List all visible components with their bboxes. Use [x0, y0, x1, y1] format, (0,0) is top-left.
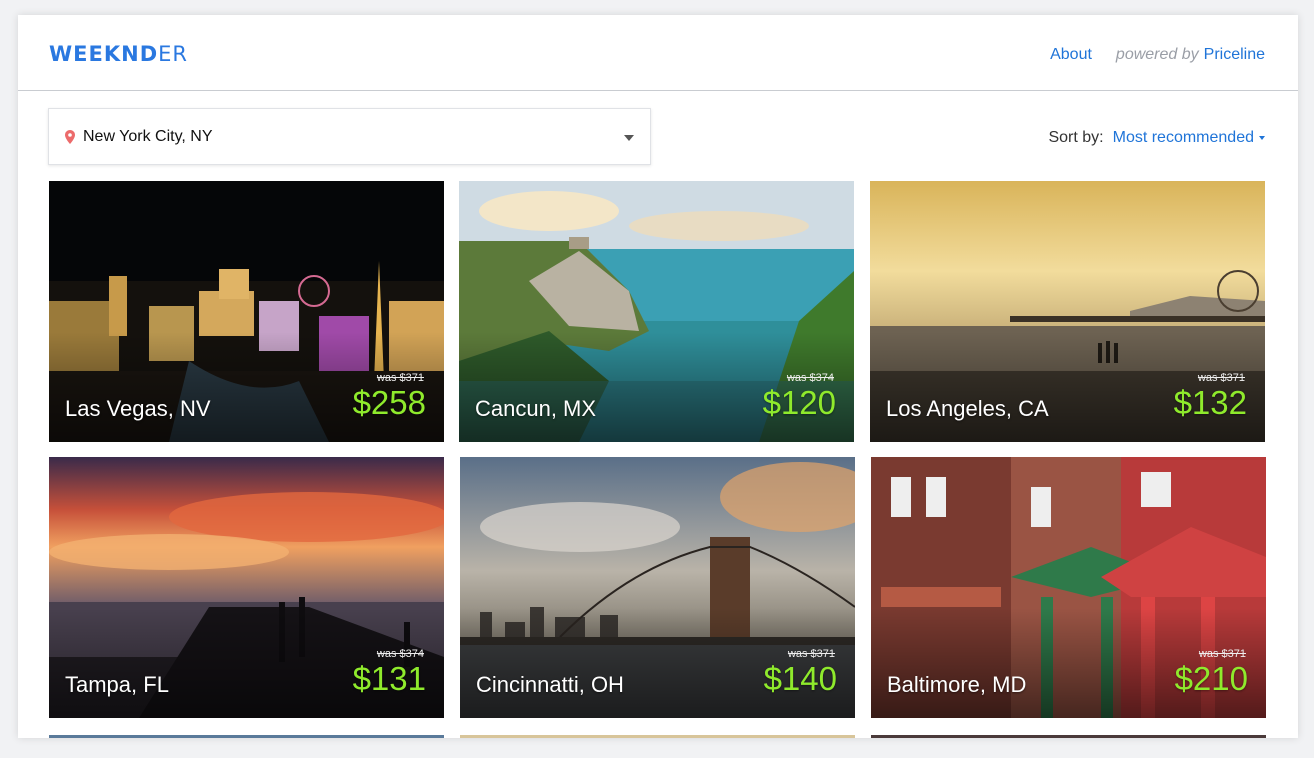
card-was-price: was $371	[1197, 372, 1245, 384]
logo-light: ER	[158, 42, 189, 66]
sort-control: Sort by: Most recommended	[1048, 129, 1265, 147]
card-was-price: was $374	[786, 372, 834, 384]
header: WEEKNDER About powered by Priceline	[18, 15, 1298, 91]
powered-by-text: powered by	[1115, 46, 1199, 63]
next-row-card-edge	[460, 735, 855, 738]
card-was-price: was $371	[787, 648, 835, 660]
header-nav: About powered by Priceline	[1050, 46, 1265, 64]
app-frame: WEEKNDER About powered by Priceline New …	[18, 15, 1298, 738]
logo[interactable]: WEEKNDER	[49, 42, 188, 66]
destination-card[interactable]: Cancun, MX was $374 $120	[459, 181, 854, 442]
card-price: $132	[1173, 384, 1247, 421]
card-city: Los Angeles, CA	[886, 396, 1049, 421]
sort-dropdown[interactable]: Most recommended	[1113, 129, 1254, 147]
location-value: New York City, NY	[83, 127, 213, 145]
about-link[interactable]: About	[1050, 46, 1092, 64]
card-price: $140	[763, 660, 837, 697]
destination-card[interactable]: Tampa, FL was $374 $131	[49, 457, 444, 718]
card-was-price: was $371	[376, 372, 424, 384]
priceline-link[interactable]: Priceline	[1204, 46, 1265, 64]
card-was-price: was $371	[1198, 648, 1246, 660]
card-city: Cancun, MX	[475, 396, 597, 421]
sort-label: Sort by:	[1048, 129, 1104, 146]
destination-card[interactable]: Las Vegas, NV was $371 $258	[49, 181, 444, 442]
sort-caret-icon[interactable]	[1259, 136, 1265, 140]
card-price: $258	[352, 384, 426, 421]
chevron-down-icon	[624, 135, 634, 141]
card-price: $210	[1174, 660, 1248, 697]
next-row-card-edge	[49, 735, 444, 738]
logo-bold: WEEKND	[49, 42, 159, 66]
card-city: Cincinnatti, OH	[476, 672, 624, 697]
card-was-price: was $374	[376, 648, 424, 660]
card-price: $131	[352, 660, 426, 697]
next-row-card-edge	[871, 735, 1266, 738]
destination-card[interactable]: Los Angeles, CA was $371 $132	[870, 181, 1265, 442]
destination-card[interactable]: Cincinnatti, OH was $371 $140	[460, 457, 855, 718]
destination-card[interactable]: Baltimore, MD was $371 $210	[871, 457, 1266, 718]
card-city: Las Vegas, NV	[65, 396, 211, 421]
card-price: $120	[762, 384, 836, 421]
map-pin-icon	[65, 129, 75, 144]
card-city: Baltimore, MD	[887, 672, 1027, 697]
card-city: Tampa, FL	[65, 672, 169, 697]
location-select[interactable]: New York City, NY	[48, 108, 651, 165]
